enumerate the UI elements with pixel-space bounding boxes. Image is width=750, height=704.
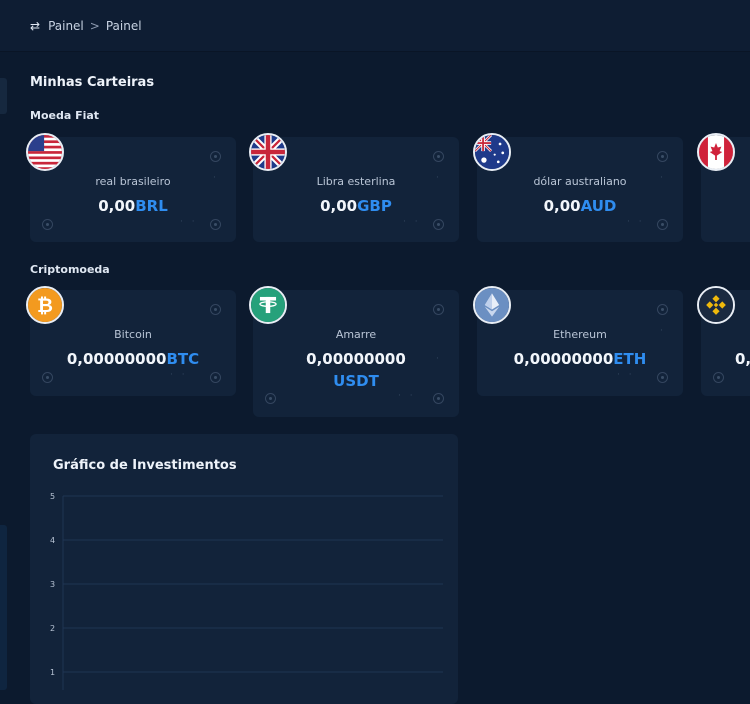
more-icon[interactable]: · [436, 354, 442, 364]
wallet-card-eth[interactable]: Ethereum 0,00000000ETH · · · [473, 286, 683, 396]
balance-value: 0,00 [320, 197, 358, 215]
currency-code: ETH [613, 350, 647, 368]
wallet-balance: 0,00000000 USDT [253, 348, 459, 392]
more-icon[interactable]: · [213, 173, 219, 183]
deposit-icon[interactable] [433, 304, 444, 315]
currency-code: USDT [333, 372, 379, 390]
y-tick-label: 4 [50, 536, 55, 545]
y-tick-label: 5 [50, 492, 55, 501]
currency-code: GBP [357, 197, 392, 215]
breadcrumb-item-current: Painel [105, 18, 142, 33]
more-icon[interactable]: · · [617, 370, 635, 380]
more-icon[interactable]: · [660, 326, 666, 336]
more-icon[interactable]: · · [627, 217, 645, 227]
wallet-card-bnb[interactable]: 0, [697, 286, 750, 396]
investments-chart-card: Gráfico de Investimentos 54321 [30, 434, 458, 704]
withdraw-icon[interactable] [210, 372, 221, 383]
balance-value: 0,00 [543, 197, 581, 215]
y-tick-label: 1 [50, 668, 55, 677]
withdraw-icon[interactable] [433, 393, 444, 404]
wallet-name: real brasileiro [95, 175, 171, 188]
balance-value: 0, [735, 350, 750, 368]
deposit-icon[interactable] [433, 151, 444, 162]
wallet-card-cad[interactable] [697, 133, 750, 242]
balance-value: 0,00000000 [513, 350, 614, 368]
deposit-icon[interactable] [210, 304, 221, 315]
wallet-balance: 0,00AUD [477, 195, 683, 217]
uk-flag-icon [249, 133, 287, 171]
wallet-card-gbp[interactable]: Libra esterlina 0,00GBP · · · [249, 133, 459, 242]
deposit-icon[interactable] [657, 304, 668, 315]
crypto-section-title: Criptomoeda [30, 263, 110, 276]
transfer-icon[interactable] [265, 393, 276, 404]
withdraw-icon[interactable] [433, 219, 444, 230]
transfer-icon[interactable] [42, 372, 53, 383]
breadcrumb-separator: > [89, 18, 100, 33]
y-tick-label: 3 [50, 580, 55, 589]
wallet-card-aud[interactable]: dólar australiano 0,00AUD · · · [473, 133, 683, 242]
more-icon[interactable]: · [436, 173, 442, 183]
fiat-section-title: Moeda Fiat [30, 109, 100, 122]
binance-icon [697, 286, 735, 324]
wallet-balance: 0, [735, 348, 750, 370]
withdraw-icon[interactable] [210, 219, 221, 230]
svg-text:₿: ₿ [37, 294, 53, 317]
wallet-name: Ethereum [553, 328, 607, 341]
wallet-name: dólar australiano [533, 175, 627, 188]
withdraw-icon[interactable] [657, 219, 668, 230]
wallet-name: Bitcoin [114, 328, 152, 341]
balance-value: 0,00 [98, 197, 136, 215]
more-icon[interactable]: · · [180, 217, 198, 227]
wallet-balance: 0,00000000BTC [30, 348, 236, 370]
wallet-card-usdt[interactable]: Amarre 0,00000000 USDT · · · [249, 286, 459, 417]
balance-value: 0,00000000 [306, 350, 406, 368]
sidebar-edge [0, 525, 7, 690]
bitcoin-icon: ₿ [26, 286, 64, 324]
y-tick-label: 2 [50, 624, 55, 633]
wallet-balance: 0,00BRL [30, 195, 236, 217]
wallet-name: Libra esterlina [316, 175, 396, 188]
deposit-icon[interactable] [657, 151, 668, 162]
top-bar: ⇄ Painel > Painel [0, 0, 750, 52]
us-flag-icon [26, 133, 64, 171]
currency-code: BTC [166, 350, 200, 368]
wallet-balance: 0,00GBP [253, 195, 459, 217]
page-title: Minhas Carteiras [30, 75, 155, 90]
currency-code: AUD [580, 197, 617, 215]
withdraw-icon[interactable] [657, 372, 668, 383]
transfer-icon[interactable] [42, 219, 53, 230]
more-icon[interactable]: · · [398, 391, 416, 401]
more-icon[interactable]: · [660, 173, 666, 183]
swap-arrows-icon[interactable]: ⇄ [30, 19, 40, 33]
wallet-card-btc[interactable]: ₿ Bitcoin 0,00000000BTC · · [26, 286, 236, 396]
investments-chart: 5 4 3 2 1 [50, 492, 443, 690]
wallet-balance: 0,00000000ETH [477, 348, 683, 370]
tether-icon [249, 286, 287, 324]
canada-flag-icon [697, 133, 735, 171]
breadcrumb-item[interactable]: Painel [48, 19, 84, 33]
more-icon[interactable]: · · [403, 217, 421, 227]
wallet-card-brl[interactable]: real brasileiro 0,00BRL · · · [26, 133, 236, 242]
deposit-icon[interactable] [210, 151, 221, 162]
sidebar-edge [0, 78, 7, 114]
ethereum-icon [473, 286, 511, 324]
transfer-icon[interactable] [713, 372, 724, 383]
currency-code: BRL [135, 197, 168, 215]
wallet-name: Amarre [335, 328, 377, 341]
more-icon[interactable]: · · [170, 370, 188, 380]
balance-value: 0,00000000 [66, 350, 167, 368]
australia-flag-icon [473, 133, 511, 171]
